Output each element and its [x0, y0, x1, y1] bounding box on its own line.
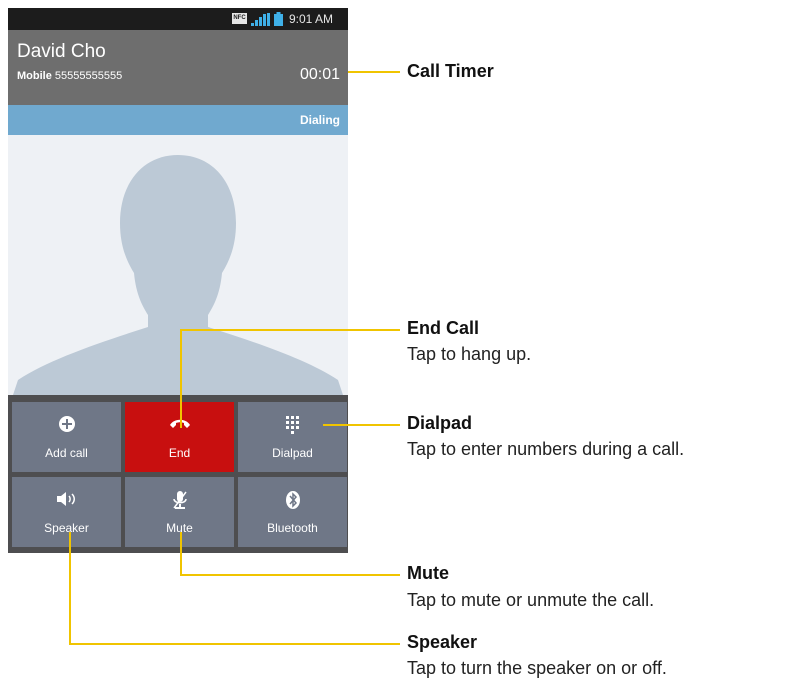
call-timer-annotation-title: Call Timer	[407, 61, 494, 81]
signal-strength-icon	[251, 13, 270, 26]
phone-number: 55555555555	[54, 70, 123, 82]
nfc-icon: NFC	[232, 13, 247, 24]
dialpad-annotation-title: Dialpad	[407, 413, 473, 433]
speaker-label: Speaker	[44, 521, 89, 535]
end-call-callout-vertical	[180, 330, 182, 428]
end-call-callout-horizontal	[180, 329, 400, 331]
bluetooth-label: Bluetooth	[267, 521, 318, 535]
end-call-label: End	[168, 446, 191, 460]
dialpad-button[interactable]: Dialpad	[238, 402, 347, 472]
system-status-bar: NFC 9:01 AM	[8, 8, 348, 30]
add-call-label: Add call	[45, 446, 88, 460]
bluetooth-button[interactable]: Bluetooth	[238, 477, 347, 547]
speaker-callout-horizontal	[69, 643, 400, 645]
call-timer: 00:01	[299, 66, 340, 83]
mute-mic-icon	[172, 491, 187, 509]
speaker-annotation-title: Speaker	[407, 632, 478, 652]
battery-icon	[274, 12, 283, 26]
status-time: 9:01 AM	[289, 12, 334, 26]
speaker-annotation-desc: Tap to turn the speaker on or off.	[407, 658, 667, 678]
call-timer-callout-line	[348, 71, 400, 73]
dialpad-annotation-desc: Tap to enter numbers during a call.	[407, 439, 685, 459]
end-call-annotation-title: End Call	[407, 318, 480, 338]
call-status-bar: Dialing	[8, 105, 348, 135]
add-call-button[interactable]: Add call	[12, 402, 121, 472]
add-icon	[58, 416, 75, 432]
mute-callout-horizontal	[180, 574, 400, 576]
contact-number-line: Mobile 55555555555	[17, 70, 122, 82]
call-header: David Cho Mobile 55555555555 00:01	[8, 30, 348, 105]
phone-screen: NFC 9:01 AM David Cho Mobile 55555555555…	[8, 8, 348, 553]
bluetooth-icon	[285, 491, 300, 509]
speaker-button[interactable]: Speaker	[12, 477, 121, 547]
contact-name: David Cho	[17, 41, 106, 62]
person-silhouette-icon	[8, 155, 348, 410]
call-controls: Add call End Dialpad Speaker Mute Blueto…	[8, 395, 348, 553]
dialpad-icon	[285, 416, 299, 434]
number-type: Mobile	[17, 70, 52, 82]
dialpad-callout-line	[323, 424, 400, 426]
speaker-icon	[56, 492, 75, 506]
contact-photo	[8, 135, 348, 410]
dialpad-label: Dialpad	[272, 446, 313, 460]
mute-annotation-desc: Tap to mute or unmute the call.	[407, 590, 655, 610]
mute-annotation-title: Mute	[407, 563, 449, 583]
call-status: Dialing	[299, 113, 340, 127]
mute-callout-vertical	[180, 532, 182, 575]
end-call-annotation-desc: Tap to hang up.	[407, 344, 532, 364]
speaker-callout-vertical	[69, 532, 71, 644]
